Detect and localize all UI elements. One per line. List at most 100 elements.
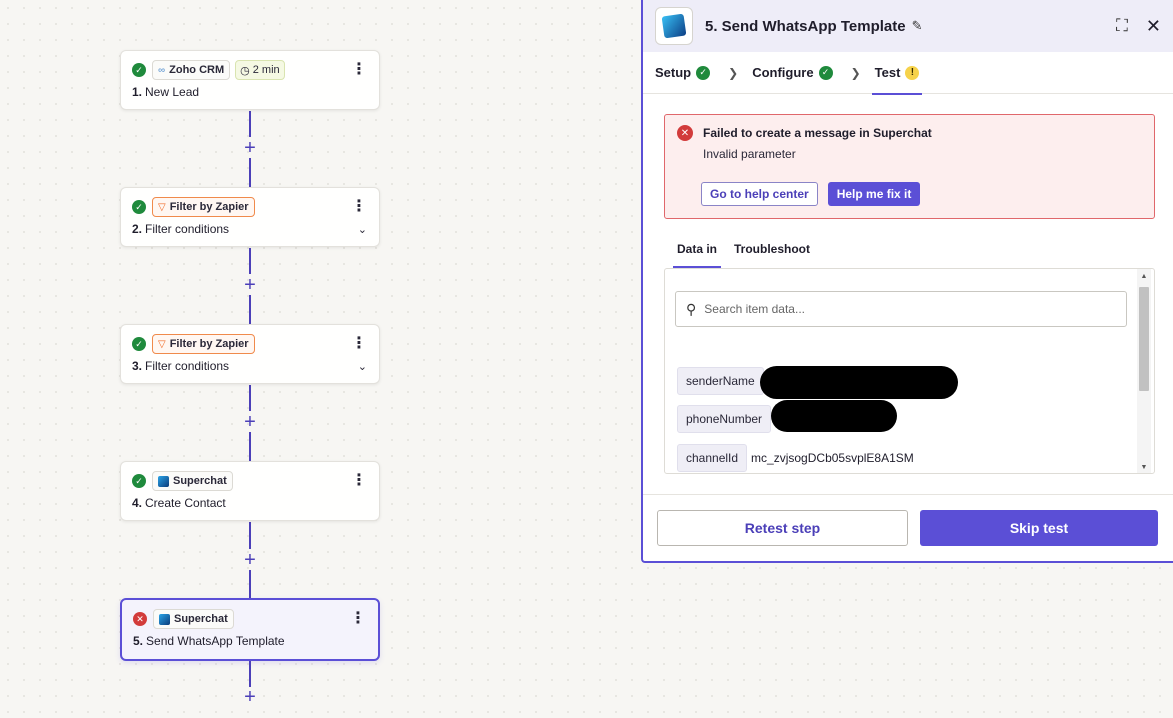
step-name: Create Contact	[145, 496, 226, 510]
data-subtabs: Data in Troubleshoot	[673, 236, 823, 268]
add-step-button[interactable]: +	[241, 412, 259, 432]
step-card-1[interactable]: ✓ ∞ Zoho CRM ◷ 2 min ⋮ 1. New Lead	[120, 50, 380, 110]
time-label: 2 min	[252, 64, 280, 76]
step-tabs: Setup ✓ ❯ Configure ✓ ❯ Test !	[643, 52, 1173, 95]
check-icon: ✓	[696, 65, 711, 80]
step-number: 4.	[132, 496, 143, 510]
add-step-button[interactable]: +	[241, 550, 259, 570]
search-input[interactable]	[704, 302, 1105, 316]
chevron-right-icon: ❯	[850, 65, 861, 80]
connector-line	[249, 111, 251, 137]
more-options-icon[interactable]: ⋮	[351, 199, 367, 215]
add-step-button[interactable]: +	[241, 687, 259, 707]
more-options-icon[interactable]: ⋮	[351, 336, 367, 352]
superchat-logo-icon	[655, 7, 693, 45]
tab-setup[interactable]: Setup ✓	[655, 52, 711, 94]
superchat-icon	[159, 613, 170, 625]
skip-test-button[interactable]: Skip test	[920, 510, 1158, 546]
data-key[interactable]: phoneNumber	[677, 405, 772, 433]
search-box: ⚲	[675, 291, 1127, 327]
chevron-down-icon[interactable]: ⌄	[358, 360, 367, 373]
step-name: Send WhatsApp Template	[146, 634, 285, 648]
app-name: Filter by Zapier	[169, 338, 249, 350]
connector-line	[249, 248, 251, 274]
add-step-button[interactable]: +	[241, 138, 259, 158]
more-options-icon[interactable]: ⋮	[350, 611, 366, 627]
step-card-3[interactable]: ✓ ▽ Filter by Zapier ⋮ 3. Filter conditi…	[120, 324, 380, 384]
success-check-icon: ✓	[132, 63, 146, 77]
more-options-icon[interactable]: ⋮	[351, 473, 367, 489]
zoho-crm-icon: ∞	[158, 64, 166, 76]
connector-line	[249, 522, 251, 549]
workflow-canvas: + + + + + ✓ ∞ Zoho CRM ◷ 2 min ⋮ 1. New …	[0, 0, 640, 718]
error-alert: ✕ Failed to create a message in Supercha…	[664, 114, 1155, 219]
retest-step-button[interactable]: Retest step	[657, 510, 908, 546]
success-check-icon: ✓	[132, 337, 146, 351]
tab-data-in[interactable]: Data in	[673, 236, 722, 268]
connector-line	[249, 570, 251, 598]
success-check-icon: ✓	[132, 474, 146, 488]
search-icon: ⚲	[686, 300, 697, 317]
filter-icon: ▽	[158, 201, 166, 213]
redaction-mark	[760, 366, 958, 399]
redaction-mark	[771, 400, 897, 432]
add-step-button[interactable]: +	[241, 275, 259, 295]
step-name: Filter conditions	[145, 359, 230, 373]
filter-icon: ▽	[158, 338, 166, 350]
panel-footer: Retest step Skip test	[643, 494, 1173, 561]
pencil-icon[interactable]: ✎	[912, 18, 923, 34]
error-title: Failed to create a message in Superchat	[703, 126, 932, 140]
connector-line	[249, 661, 251, 687]
data-in-list: ⚲ senderName phoneNumber channelId mc_zv…	[664, 268, 1155, 474]
superchat-icon	[158, 475, 169, 487]
app-name: Zoho CRM	[169, 64, 225, 76]
chevron-right-icon: ❯	[728, 65, 739, 80]
data-item-row: senderName	[677, 367, 768, 395]
close-icon[interactable]: ✕	[1146, 16, 1161, 37]
data-item-row: channelId mc_zvjsogDCb05svplE8A1SM	[677, 444, 914, 472]
connector-line	[249, 385, 251, 411]
app-name: Filter by Zapier	[169, 201, 249, 213]
step-detail-panel: 5. Send WhatsApp Template ✎ ⛶ ✕ Setup ✓ …	[641, 0, 1173, 563]
connector-line	[249, 432, 251, 461]
tab-configure[interactable]: Configure ✓	[752, 52, 833, 94]
data-item-row: phoneNumber	[677, 405, 775, 433]
panel-title: 5. Send WhatsApp Template	[705, 17, 906, 35]
success-check-icon: ✓	[132, 200, 146, 214]
app-chip-superchat: Superchat	[152, 471, 233, 491]
clock-icon: ◷	[240, 64, 250, 77]
step-card-4[interactable]: ✓ Superchat ⋮ 4. Create Contact	[120, 461, 380, 521]
step-card-2[interactable]: ✓ ▽ Filter by Zapier ⋮ 2. Filter conditi…	[120, 187, 380, 247]
app-chip-filter: ▽ Filter by Zapier	[152, 197, 255, 217]
app-chip-zoho-crm: ∞ Zoho CRM	[152, 60, 231, 80]
help-center-button[interactable]: Go to help center	[701, 182, 818, 206]
step-number: 5.	[133, 634, 144, 648]
warning-icon: !	[905, 65, 920, 80]
scrollbar-thumb[interactable]	[1139, 287, 1149, 391]
step-card-5[interactable]: ✕ Superchat ⋮ 5. Send WhatsApp Template	[120, 598, 380, 661]
chevron-down-icon[interactable]: ⌄	[358, 223, 367, 236]
step-name: Filter conditions	[145, 222, 230, 236]
connector-line	[249, 295, 251, 324]
step-name: New Lead	[145, 85, 200, 99]
data-key[interactable]: channelId	[677, 444, 748, 472]
step-number: 3.	[132, 359, 143, 373]
app-name: Superchat	[173, 475, 227, 487]
tab-label: Configure	[752, 65, 814, 80]
more-options-icon[interactable]: ⋮	[351, 62, 367, 78]
scroll-up-arrow-icon[interactable]: ▲	[1137, 273, 1151, 280]
help-me-fix-button[interactable]: Help me fix it	[827, 182, 921, 206]
app-name: Superchat	[174, 613, 228, 625]
scrollbar[interactable]: ▲ ▼	[1137, 269, 1151, 473]
scroll-down-arrow-icon[interactable]: ▼	[1137, 464, 1151, 471]
panel-header: 5. Send WhatsApp Template ✎ ⛶ ✕	[643, 0, 1173, 52]
expand-icon[interactable]: ⛶	[1116, 16, 1128, 36]
error-message: Invalid parameter	[703, 147, 796, 161]
error-x-icon: ✕	[677, 125, 693, 141]
tab-troubleshoot[interactable]: Troubleshoot	[730, 236, 814, 268]
data-value: mc_zvjsogDCb05svplE8A1SM	[751, 451, 914, 465]
check-icon: ✓	[818, 65, 833, 80]
data-key[interactable]: senderName	[677, 367, 764, 395]
tab-test[interactable]: Test !	[871, 52, 923, 95]
step-number: 1.	[132, 85, 143, 99]
